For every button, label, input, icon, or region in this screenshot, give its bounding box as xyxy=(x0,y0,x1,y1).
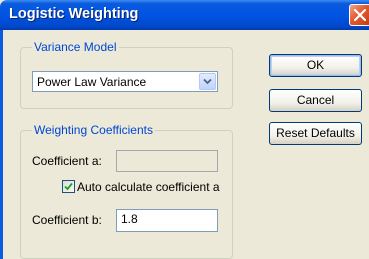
coefficient-a-label: Coefficient a: xyxy=(32,154,102,168)
window-frame-left xyxy=(0,30,3,259)
coefficient-a-input xyxy=(116,150,218,172)
reset-defaults-button[interactable]: Reset Defaults xyxy=(269,122,362,145)
variance-model-select[interactable]: Power Law Variance xyxy=(32,71,218,92)
auto-calculate-checkbox[interactable] xyxy=(62,180,75,193)
coefficient-b-input[interactable]: 1.8 xyxy=(116,209,218,232)
coefficient-b-value: 1.8 xyxy=(121,212,138,226)
weighting-coefficients-legend: Weighting Coefficients xyxy=(32,123,155,137)
check-icon xyxy=(64,182,73,191)
ok-button[interactable]: OK xyxy=(269,54,362,77)
close-icon xyxy=(354,9,366,21)
window-title: Logistic Weighting xyxy=(9,6,139,22)
title-bar[interactable]: Logistic Weighting xyxy=(0,0,369,30)
variance-model-legend: Variance Model xyxy=(32,40,119,54)
variance-model-selected-value: Power Law Variance xyxy=(37,75,147,89)
logistic-weighting-dialog: Logistic Weighting Variance Model Power … xyxy=(0,0,369,259)
auto-calculate-label[interactable]: Auto calculate coefficient a xyxy=(77,180,220,194)
close-button[interactable] xyxy=(349,4,369,26)
cancel-button[interactable]: Cancel xyxy=(269,89,362,112)
variance-model-dropdown-button[interactable] xyxy=(199,73,216,90)
coefficient-b-label: Coefficient b: xyxy=(32,213,102,227)
chevron-down-icon xyxy=(203,78,212,85)
